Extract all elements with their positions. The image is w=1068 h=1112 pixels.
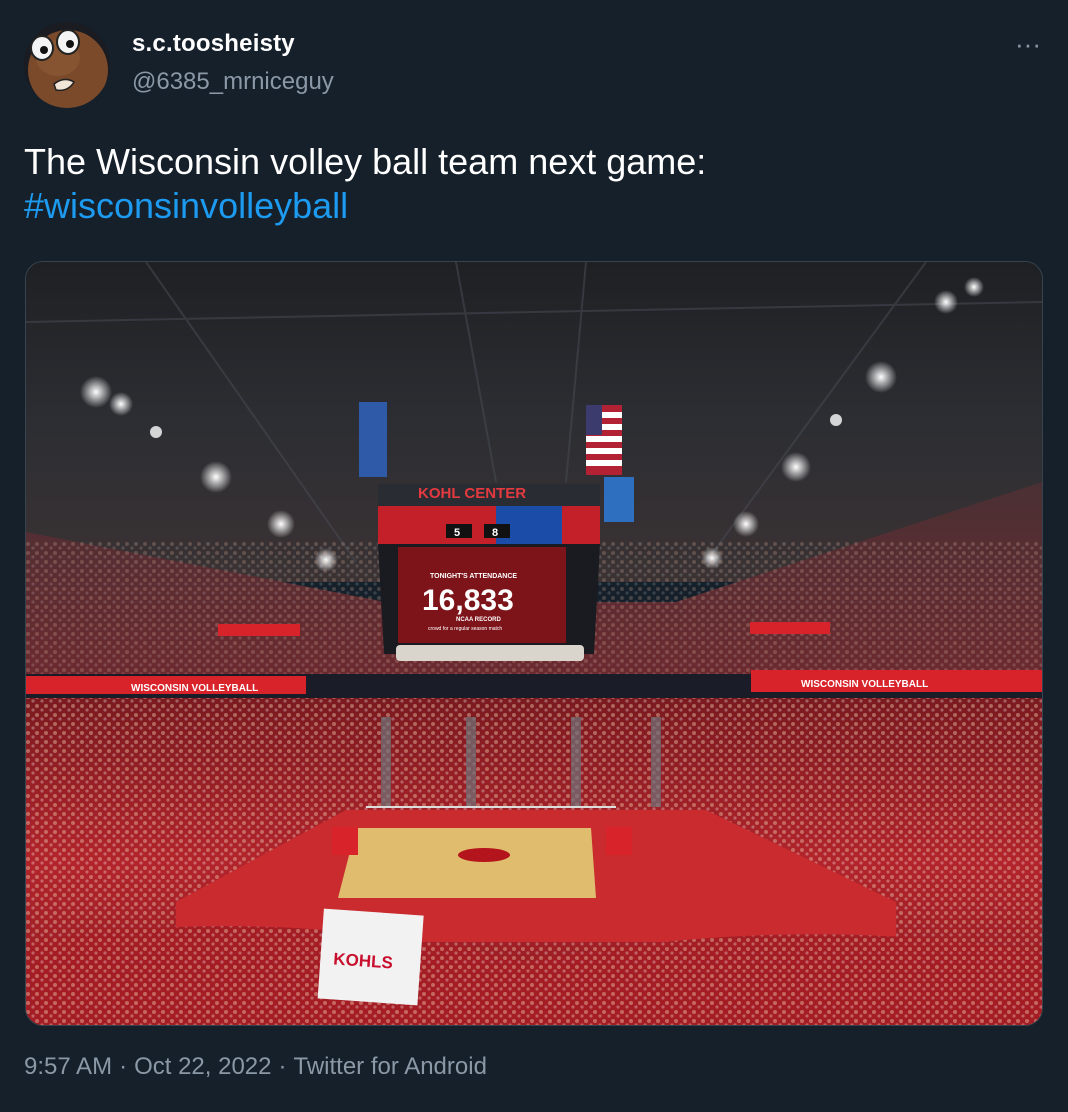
attendance-value: 16,833 <box>422 584 514 617</box>
avatar[interactable] <box>24 22 110 108</box>
ribbon-right-text: WISCONSIN VOLLEYBALL <box>801 679 928 690</box>
cartoon-face-avatar-icon <box>24 22 110 108</box>
us-flag <box>586 405 622 475</box>
hashtag-link[interactable]: #wisconsinvolleyball <box>24 184 1034 228</box>
separator-dot: · <box>278 1053 287 1080</box>
wisconsin-flag <box>359 402 387 477</box>
more-options-button[interactable]: ··· <box>1008 31 1048 58</box>
arena-photo: WISCONSIN VOLLEYBALL WISCONSIN VOLLEYBAL… <box>26 262 1042 1025</box>
scoreboard-jumbotron: KOHL CENTER 5 8 TONIGHT'S ATTENDANCE 16,… <box>378 484 600 661</box>
volleyball-court <box>338 828 596 898</box>
ribbon-left-text: WISCONSIN VOLLEYBALL <box>131 683 258 694</box>
tweet-photo[interactable]: WISCONSIN VOLLEYBALL WISCONSIN VOLLEYBAL… <box>25 261 1043 1026</box>
tweet-metadata: 9:57 AM · Oct 22, 2022 · Twitter for Android <box>24 1053 487 1081</box>
arena-name: KOHL CENTER <box>418 485 526 502</box>
tweet-time[interactable]: 9:57 AM <box>24 1053 112 1080</box>
more-horizontal-icon: ··· <box>1015 29 1041 59</box>
record-label: NCAA RECORD <box>456 617 501 623</box>
display-name[interactable]: s.c.toosheisty <box>132 30 295 58</box>
separator-dot: · <box>119 1053 128 1080</box>
kohls-fan-sign: KOHLS <box>317 908 424 1006</box>
score-home: 5 <box>454 527 460 539</box>
score-away: 8 <box>492 527 498 539</box>
record-sub: crowd for a regular season match <box>428 626 502 632</box>
attendance-label: TONIGHT'S ATTENDANCE <box>430 573 517 580</box>
user-handle[interactable]: @6385_mrniceguy <box>132 68 334 96</box>
tweet-source[interactable]: Twitter for Android <box>294 1053 487 1080</box>
tweet-date[interactable]: Oct 22, 2022 <box>134 1053 271 1080</box>
tweet-body: The Wisconsin volley ball team next game… <box>24 141 707 182</box>
tweet-card: s.c.toosheisty @6385_mrniceguy ··· The W… <box>0 0 1068 1112</box>
tweet-text: The Wisconsin volley ball team next game… <box>24 140 1034 228</box>
